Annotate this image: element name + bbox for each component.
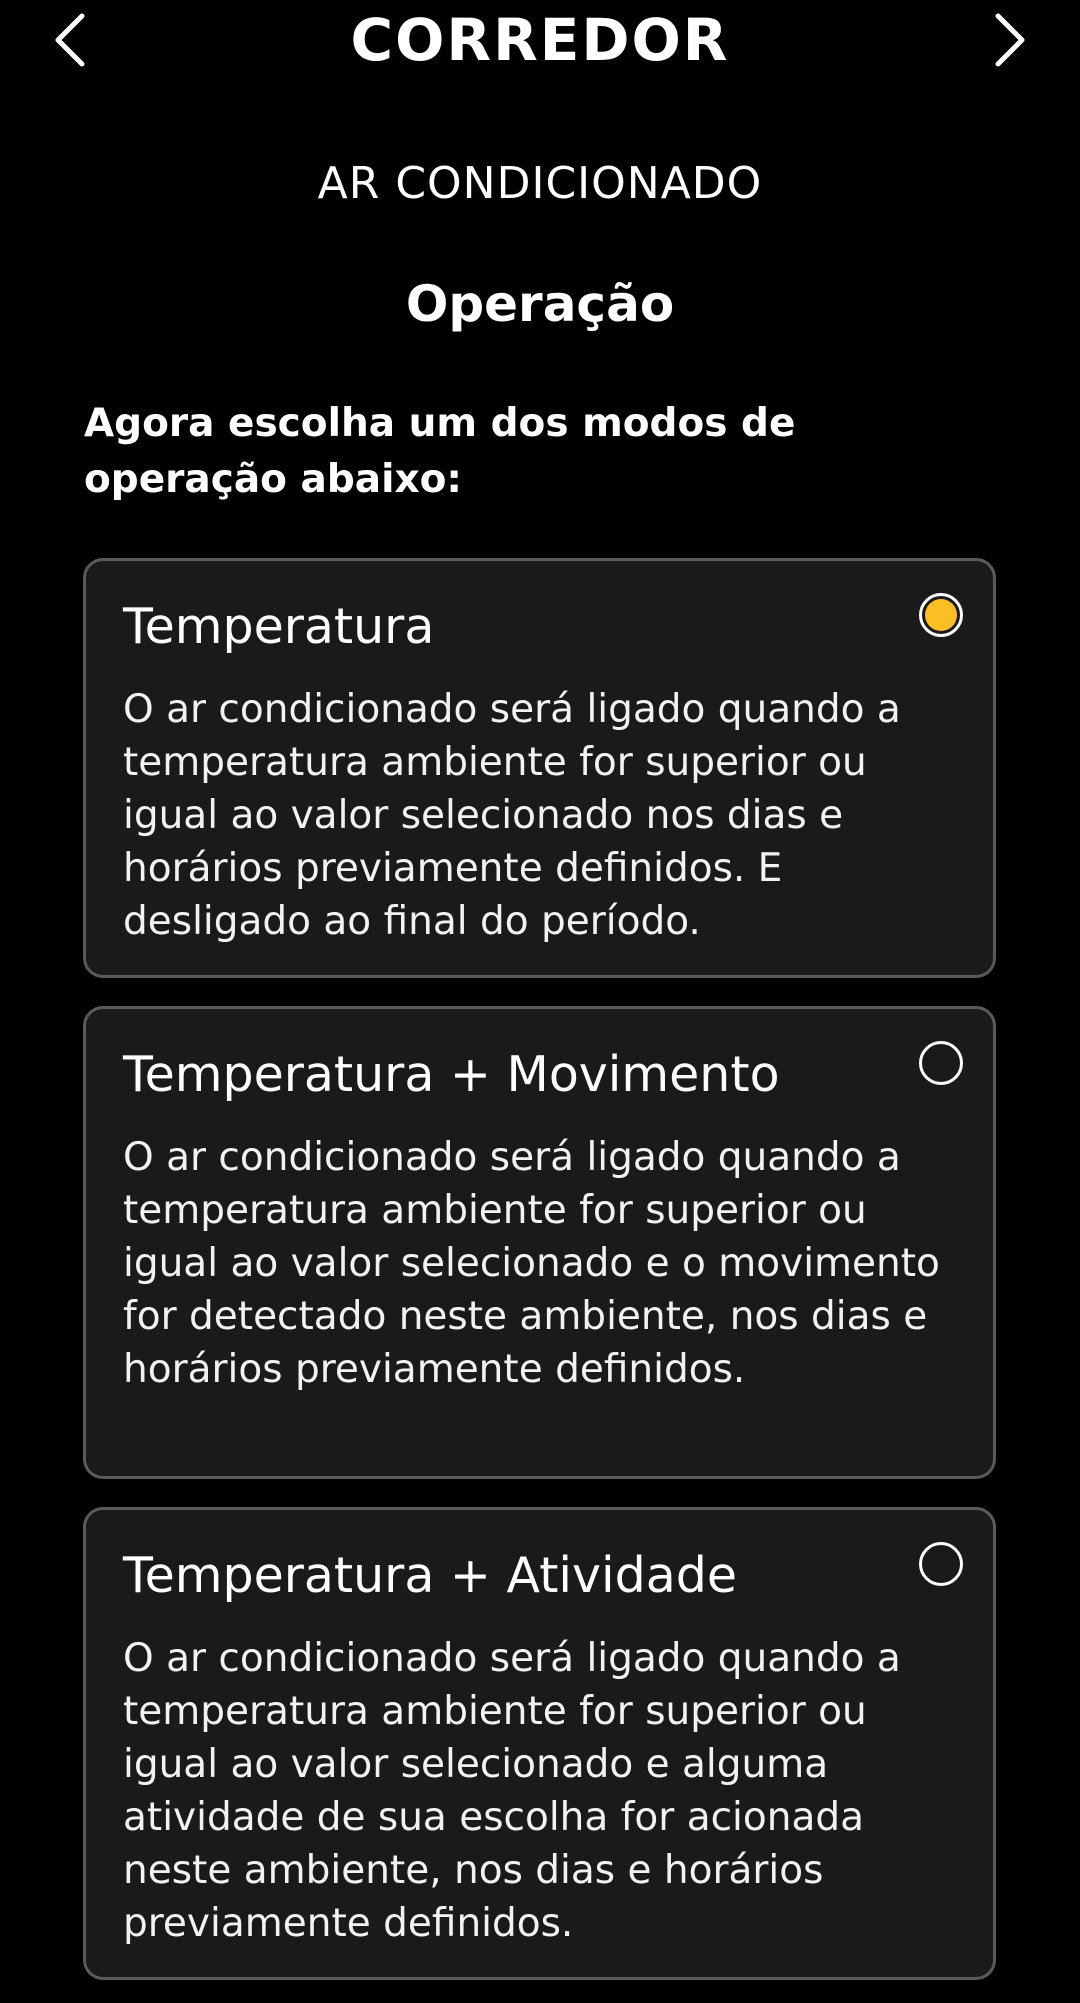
header: CORREDOR [0,0,1080,82]
mode-description: O ar condicionado será ligado quando a t… [123,1135,940,1392]
chevron-right-icon[interactable] [980,10,1040,70]
radio-selected-dot [925,599,957,631]
mode-card-temperatura-movimento[interactable]: Temperatura + Movimento O ar condicionad… [83,1006,996,1479]
section-title: Operação [405,275,675,333]
room-title: CORREDOR [350,6,730,74]
device-title: AR CONDICIONADO [317,158,763,209]
radio-selected-dot [925,1047,957,1079]
mode-radio-button[interactable] [919,1542,963,1586]
mode-description: O ar condicionado será ligado quando a t… [123,1636,901,1946]
mode-description: O ar condicionado será ligado quando a t… [123,687,901,944]
chevron-left-icon[interactable] [40,10,100,70]
mode-card-temperatura[interactable]: Temperatura O ar condicionado será ligad… [83,558,996,978]
mode-title: Temperatura [123,598,435,655]
mode-radio-button[interactable] [919,593,963,637]
instruction-text: Agora escolha um dos modos de operação a… [84,401,796,502]
mode-title: Temperatura + Movimento [123,1046,780,1103]
radio-selected-dot [925,1548,957,1580]
mode-radio-button[interactable] [919,1041,963,1085]
mode-title: Temperatura + Atividade [123,1547,738,1604]
mode-card-temperatura-atividade[interactable]: Temperatura + Atividade O ar condicionad… [83,1507,996,1980]
